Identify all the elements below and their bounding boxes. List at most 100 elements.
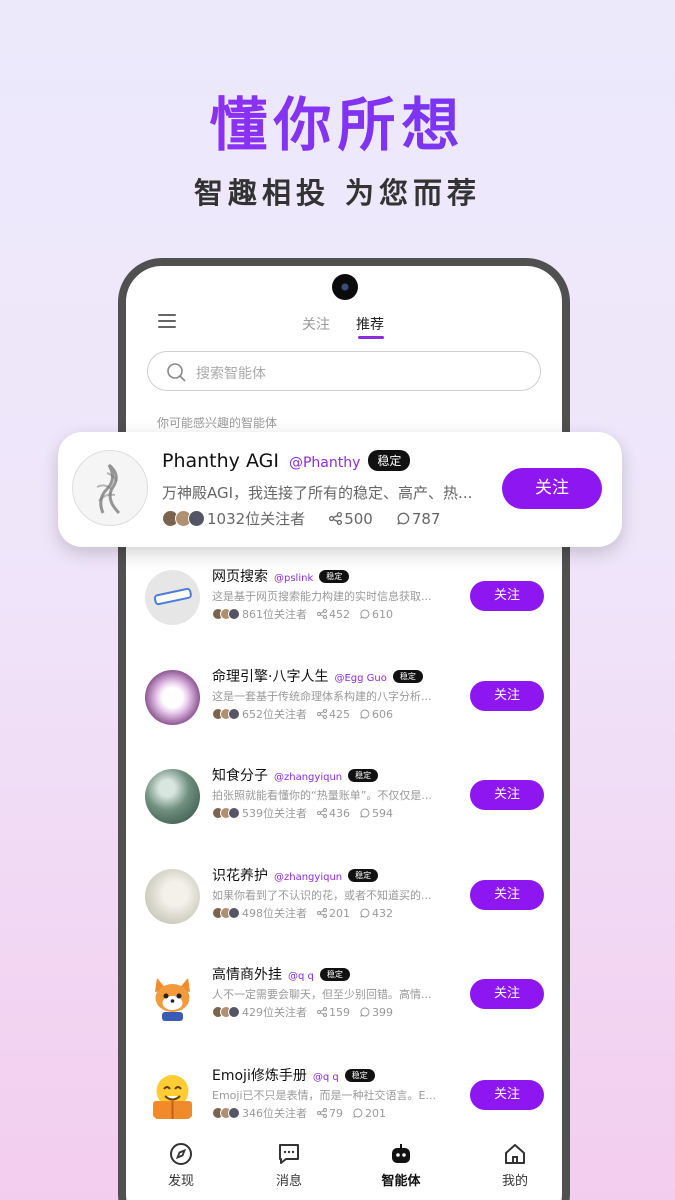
subline: 智趣相投 为您而荐 [193, 176, 482, 210]
follow-button[interactable]: 关注 [470, 880, 544, 910]
list-item[interactable]: 网页搜索 @pslink 稳定 这是基于网页搜索能力构建的实时信息获取... 861… [126, 566, 562, 646]
agent-stats: 498位关注者 201 432 [212, 905, 393, 921]
comment-count: 594 [360, 807, 393, 820]
share-icon [317, 709, 327, 719]
camera-icon [332, 274, 358, 300]
tab-active-indicator [358, 336, 384, 339]
emoji-book-icon [145, 1069, 200, 1124]
agent-handle[interactable]: @Egg Guo [334, 673, 386, 684]
follower-avatars [162, 510, 205, 527]
status-badge: 稳定 [348, 769, 379, 782]
list-item[interactable]: Emoji修炼手册 @q q 稳定 Emoji已不只是表情，而是一种社交语言。E..… [126, 1065, 562, 1145]
follower-count: 346位关注者 [242, 1107, 307, 1120]
featured-desc: 万神殿AGI，我连接了所有的稳定、高产、热... [162, 484, 473, 502]
glow-chat-icon [145, 670, 200, 725]
agent-name: 识花养护 [212, 868, 268, 884]
robot-icon [392, 1144, 410, 1163]
ink-smoke-avatar [72, 450, 148, 526]
comment-count: 399 [360, 1006, 393, 1019]
follower-count: 861位关注者 [242, 608, 307, 621]
tab-recommend[interactable]: 推荐 [356, 314, 384, 334]
share-icon [317, 1007, 327, 1017]
message-icon [279, 1144, 299, 1164]
follow-button[interactable]: 关注 [470, 681, 544, 711]
list-item[interactable]: 知食分子 @zhangyiqun 稳定 拍张照就能看懂你的“热量账单”。不仅仅是..… [126, 765, 562, 845]
status-badge: 稳定 [319, 968, 350, 981]
share-count: 159 [317, 1006, 350, 1019]
agent-name-row: 网页搜索 @pslink 稳定 [212, 566, 350, 586]
status-badge: 稳定 [368, 450, 411, 471]
featured-handle[interactable]: @Phanthy [289, 455, 360, 471]
comment-icon [360, 908, 370, 918]
agent-desc: 这是一套基于传统命理体系构建的八字分析... [212, 690, 432, 703]
share-count: 452 [317, 608, 350, 621]
search-input[interactable]: 搜索智能体 [147, 351, 541, 391]
top-tabs: 关注 推荐 [126, 314, 562, 344]
agent-handle[interactable]: @q q [313, 1072, 339, 1083]
home-icon [505, 1144, 525, 1164]
comment-count: 201 [353, 1107, 386, 1120]
bottom-nav: 发现 消息 智能体 我的 [126, 1142, 562, 1200]
comment-icon [360, 808, 370, 818]
nav-mine[interactable]: 我的 [480, 1142, 550, 1189]
agent-desc: 这是基于网页搜索能力构建的实时信息获取... [212, 590, 432, 603]
agent-stats: 861位关注者 452 610 [212, 606, 393, 622]
search-bar-icon [145, 570, 200, 625]
agent-desc: 拍张照就能看懂你的“热量账单”。不仅仅是... [212, 789, 432, 802]
agent-handle[interactable]: @q q [288, 971, 314, 982]
fox-icon [145, 968, 200, 1023]
agent-name: 高情商外挂 [212, 967, 282, 983]
comment-icon [360, 1007, 370, 1017]
nav-messages[interactable]: 消息 [254, 1142, 324, 1189]
search-placeholder: 搜索智能体 [196, 366, 266, 382]
list-item[interactable]: 识花养护 @zhangyiqun 稳定 如果你看到了不认识的花，或者不知道买的...… [126, 865, 562, 945]
status-badge: 稳定 [348, 869, 379, 882]
agent-desc: 如果你看到了不认识的花，或者不知道买的... [212, 889, 432, 902]
headline: 懂你所想 [0, 78, 675, 162]
follower-count: 498位关注者 [242, 907, 307, 920]
agent-stats: 346位关注者 79 201 [212, 1105, 386, 1121]
follow-button[interactable]: 关注 [470, 979, 544, 1009]
nav-discover[interactable]: 发现 [146, 1142, 216, 1189]
agent-name: 网页搜索 [212, 569, 268, 585]
agent-stats: 539位关注者 436 594 [212, 805, 393, 821]
follow-button[interactable]: 关注 [470, 780, 544, 810]
follower-count: 1032位关注者 [207, 510, 306, 528]
comment-icon [353, 1108, 363, 1118]
follow-button[interactable]: 关注 [470, 581, 544, 611]
comment-icon [360, 709, 370, 719]
follow-button[interactable]: 关注 [470, 1080, 544, 1110]
section-label: 你可能感兴趣的智能体 [157, 416, 278, 430]
agent-desc: 人不一定需要会聊天，但至少别回错。高情... [212, 988, 432, 1001]
nav-agents[interactable]: 智能体 [366, 1142, 436, 1189]
share-count: 436 [317, 807, 350, 820]
agent-name: 命理引擎·八字人生 [212, 669, 329, 685]
share-count: 500 [329, 510, 373, 528]
follower-avatars [212, 608, 240, 620]
featured-name: Phanthy AGI [162, 450, 279, 472]
share-icon [317, 609, 327, 619]
phone-frame: 关注 推荐 搜索智能体 你可能感兴趣的智能体 网页搜索 @pslink 稳定 这是基… [118, 258, 570, 1200]
follower-avatars [212, 907, 240, 919]
agent-name-row: 高情商外挂 @q q 稳定 [212, 964, 350, 984]
agent-handle[interactable]: @zhangyiqun [274, 772, 342, 783]
share-icon [317, 1108, 327, 1118]
comment-icon [397, 512, 410, 525]
flower-icon [145, 869, 200, 924]
agent-desc: Emoji已不只是表情，而是一种社交语言。E... [212, 1089, 436, 1102]
comment-count: 606 [360, 708, 393, 721]
agent-handle[interactable]: @pslink [274, 573, 313, 584]
share-icon [317, 808, 327, 818]
agent-handle[interactable]: @zhangyiqun [274, 872, 342, 883]
forest-icon [145, 769, 200, 824]
list-item[interactable]: 命理引擎·八字人生 @Egg Guo 稳定 这是一套基于传统命理体系构建的八字分析.… [126, 666, 562, 746]
follower-avatars [212, 807, 240, 819]
follow-button[interactable]: 关注 [502, 468, 602, 509]
tab-following[interactable]: 关注 [302, 314, 330, 334]
featured-agent-card[interactable]: Phanthy AGI @Phanthy 稳定 万神殿AGI，我连接了所有的稳定、高… [58, 432, 622, 547]
follower-avatars [212, 1006, 240, 1018]
agent-name-row: 命理引擎·八字人生 @Egg Guo 稳定 [212, 666, 423, 686]
featured-stats: 1032位关注者 500 787 [162, 508, 440, 529]
comment-icon [360, 609, 370, 619]
list-item[interactable]: 高情商外挂 @q q 稳定 人不一定需要会聊天，但至少别回错。高情... 429位关… [126, 964, 562, 1044]
